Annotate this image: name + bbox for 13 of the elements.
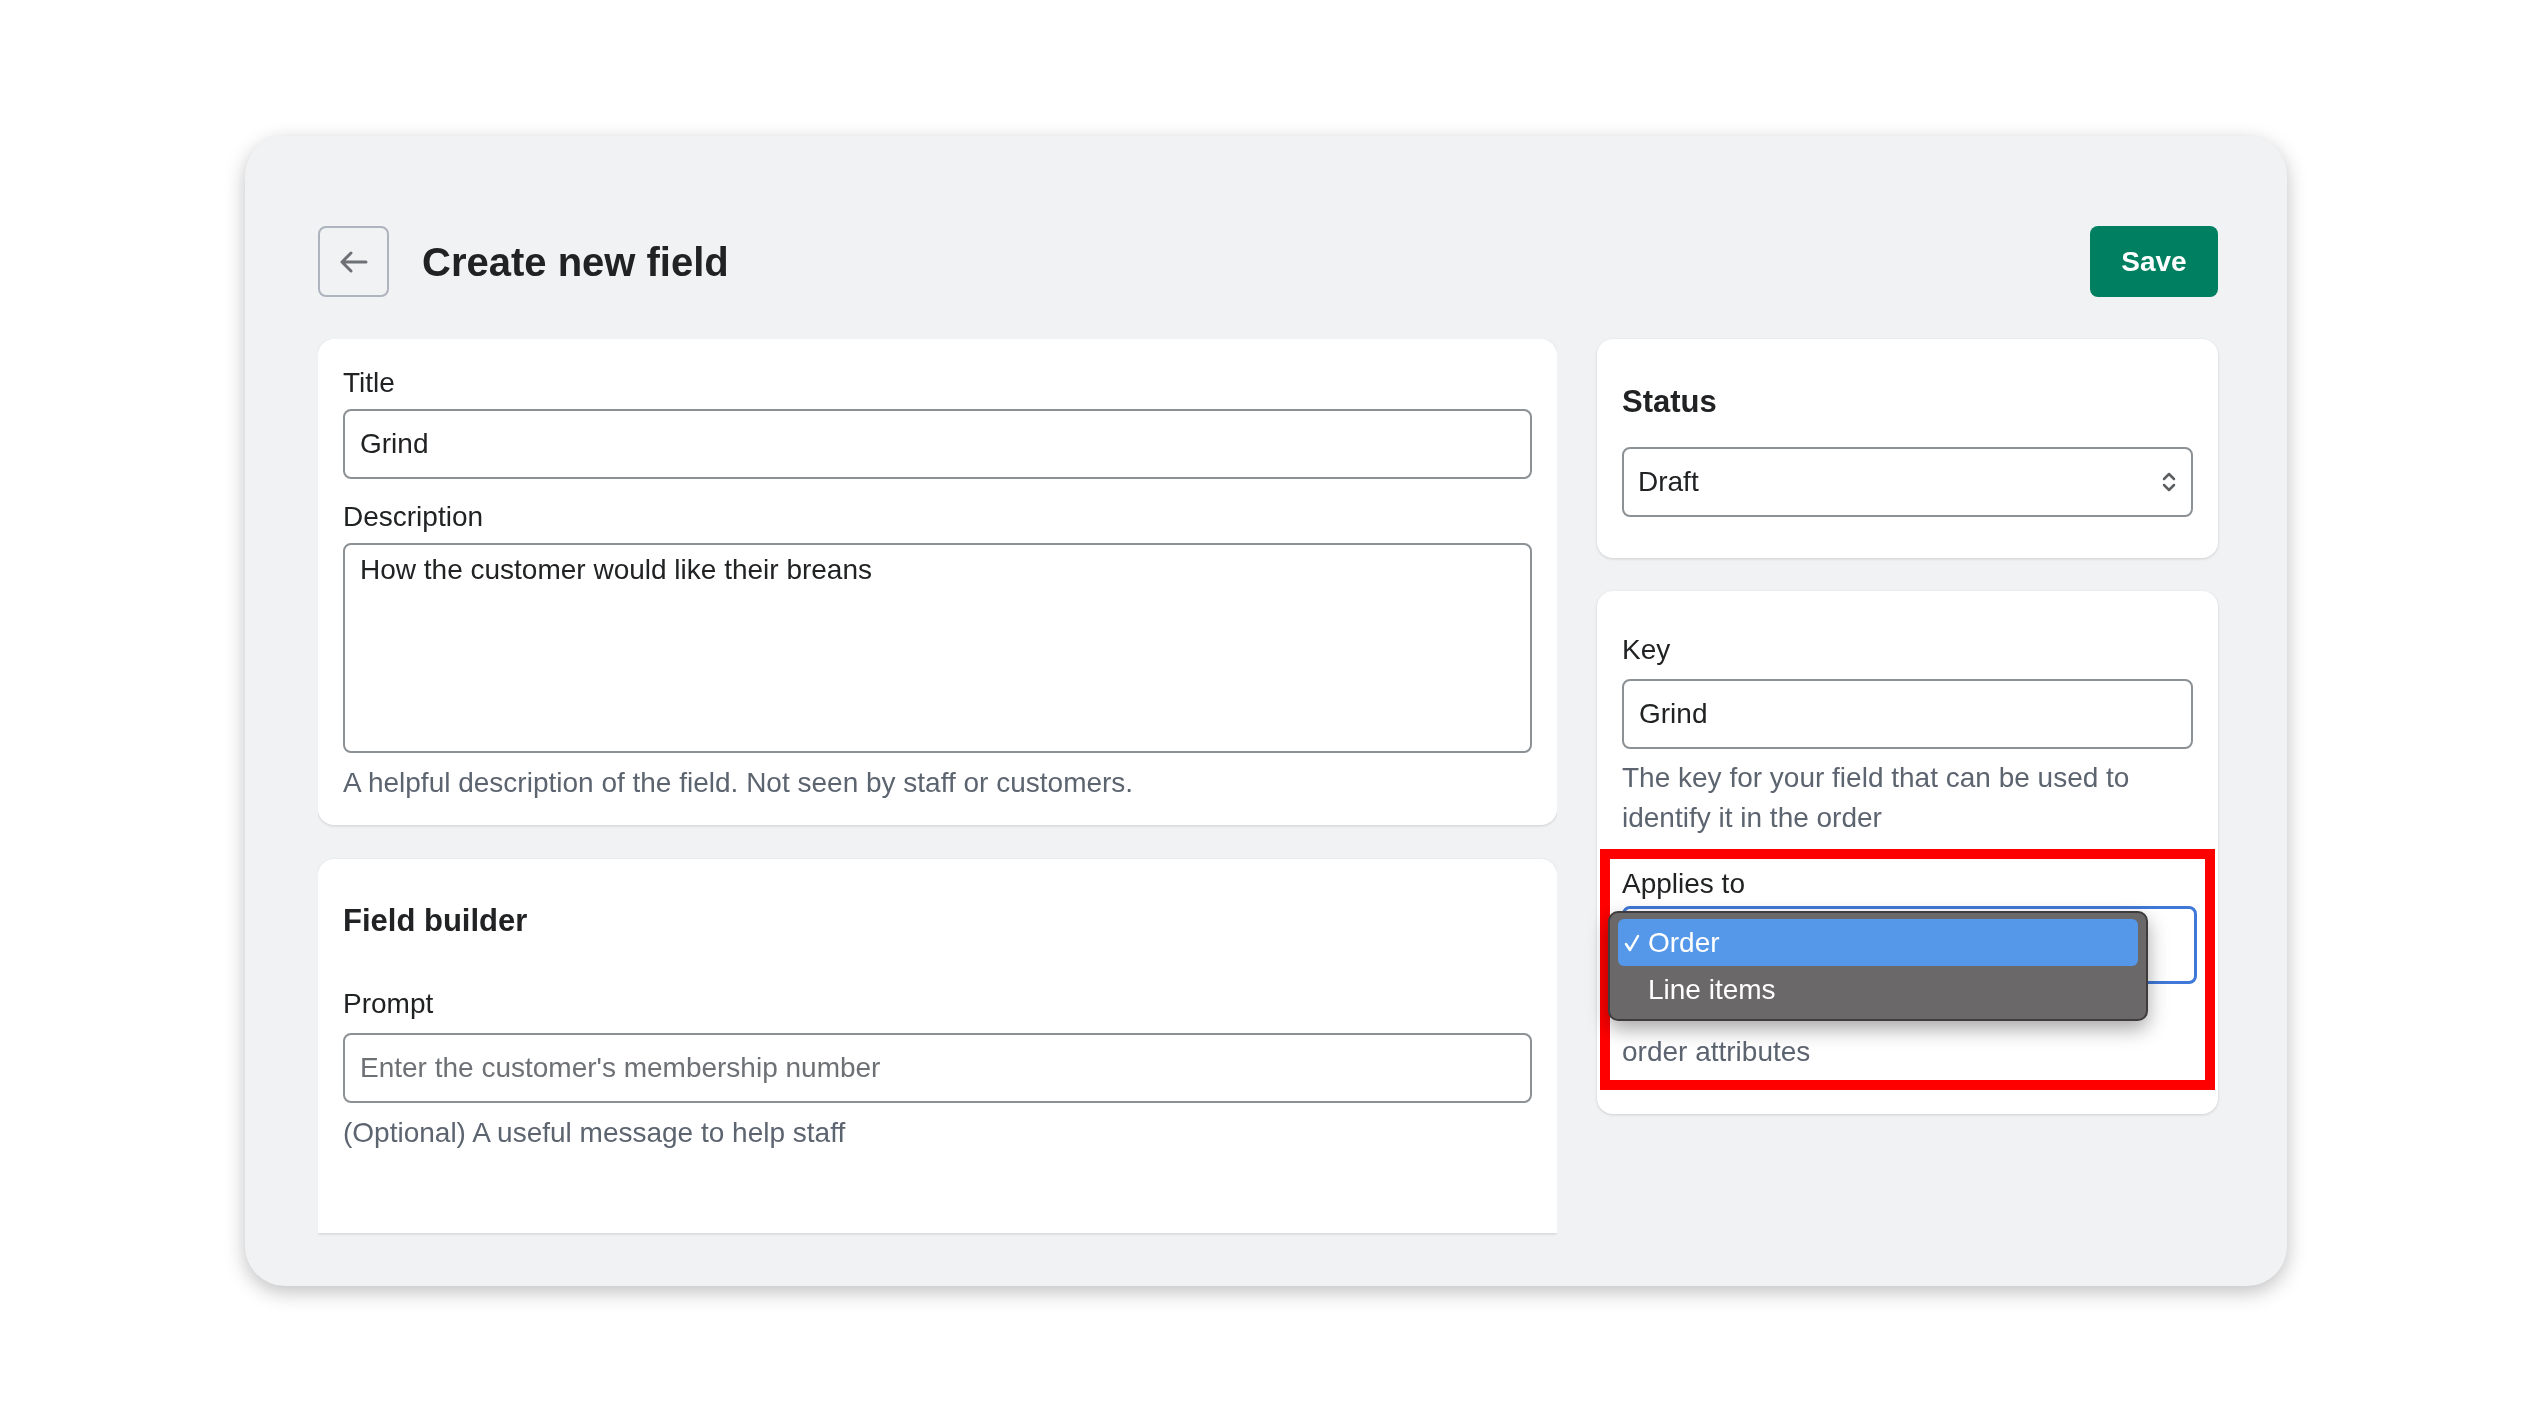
card-heading: Field builder	[343, 902, 529, 940]
field-label: Key	[1622, 633, 1672, 667]
select-value: Draft	[1638, 465, 1699, 499]
card-heading: Status	[1622, 383, 1718, 421]
field-label: Title	[343, 366, 396, 400]
field-label: Applies to	[1622, 867, 1746, 901]
field-label: Description	[343, 500, 485, 534]
help-text: The key for your field that can be used to identify it in the order	[1622, 761, 2131, 835]
field-label: Prompt	[343, 987, 435, 1021]
page-title: Create new field	[422, 238, 729, 286]
help-text: (Optional) A useful message to help staff	[343, 1116, 847, 1150]
help-text: order attributes	[1622, 1035, 1812, 1069]
help-text: A helpful description of the field. Not seen by staff or customers.	[343, 766, 1135, 800]
